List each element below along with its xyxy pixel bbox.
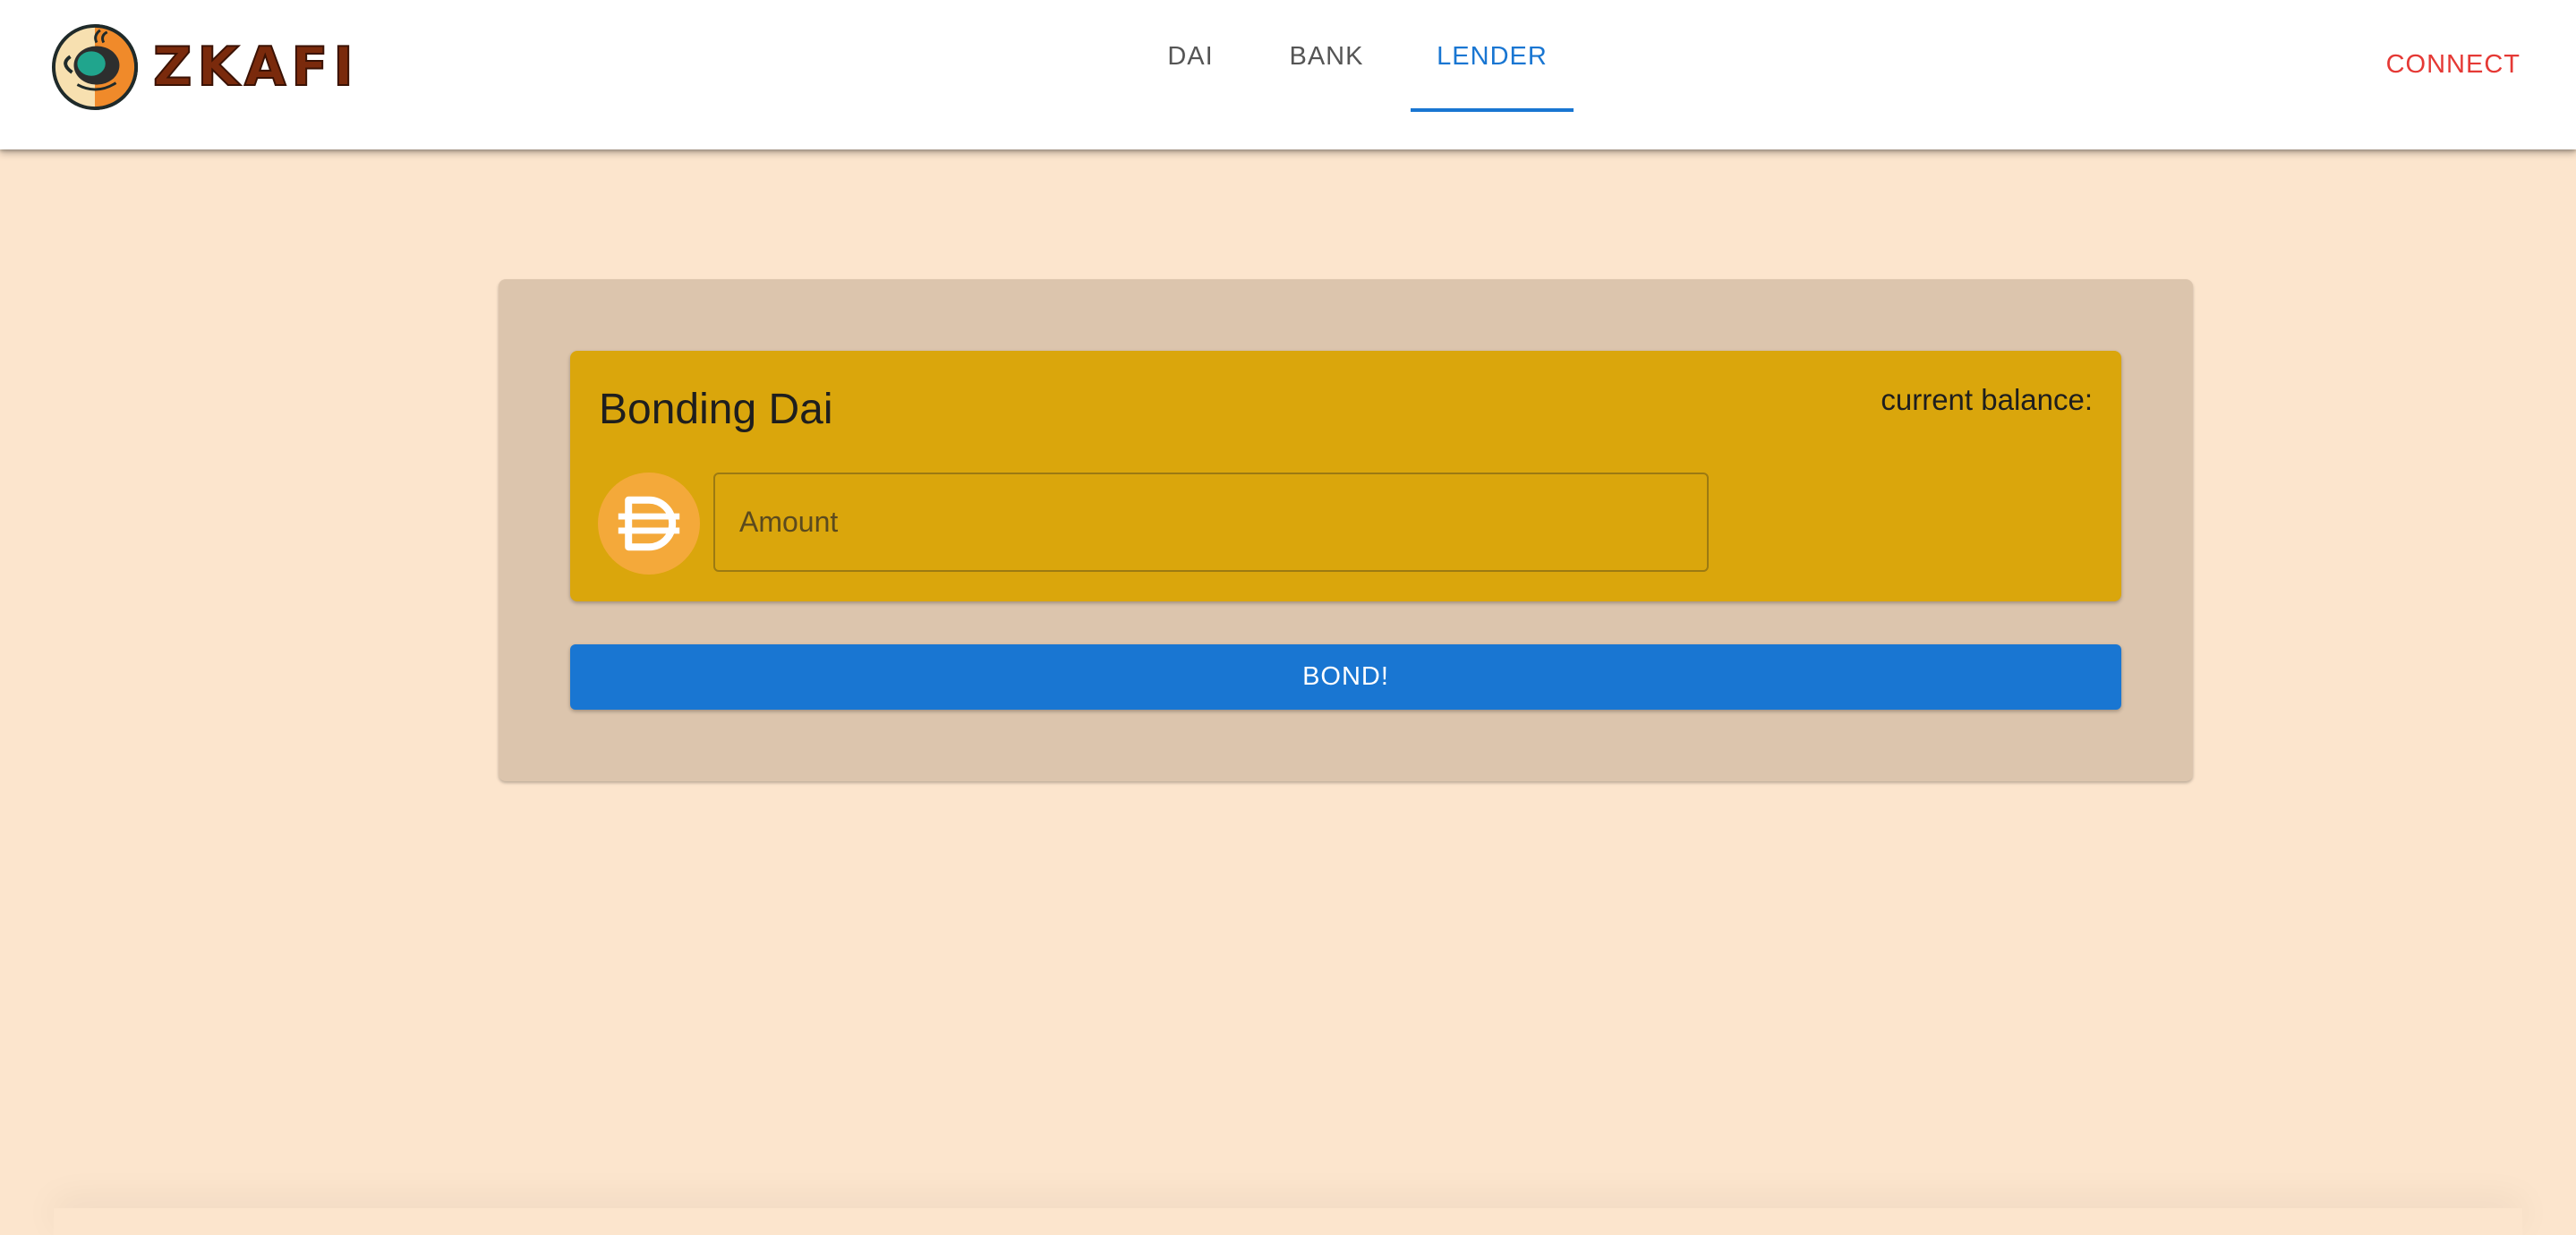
current-balance-label: current balance: xyxy=(1881,383,2093,417)
tab-label: LENDER xyxy=(1437,42,1548,72)
active-tab-indicator xyxy=(1411,108,1574,112)
amount-input[interactable] xyxy=(713,473,1709,572)
bottom-shadow xyxy=(54,1208,2522,1235)
tab-label: DAI xyxy=(1167,42,1213,72)
main-tabs: DAI BANK LENDER xyxy=(1139,0,1574,149)
bond-button[interactable]: BOND! xyxy=(570,644,2121,710)
tab-lender[interactable]: LENDER xyxy=(1411,0,1574,113)
coffee-cup-logo-icon xyxy=(51,23,139,111)
bond-panel: Bonding Dai current balance: BOND! xyxy=(499,279,2193,781)
tab-label: BANK xyxy=(1290,42,1364,72)
brand-name: ZKAFI xyxy=(153,40,359,94)
tab-dai[interactable]: DAI xyxy=(1139,0,1242,113)
tab-bank[interactable]: BANK xyxy=(1242,0,1411,113)
app-bar: ZKAFI DAI BANK LENDER CONNECT xyxy=(0,0,2576,149)
bonding-card: Bonding Dai current balance: xyxy=(570,351,2121,601)
connect-button[interactable]: CONNECT xyxy=(2386,50,2521,80)
brand-logo[interactable]: ZKAFI xyxy=(51,23,359,111)
card-title: Bonding Dai xyxy=(599,385,833,434)
dai-icon xyxy=(598,473,700,575)
